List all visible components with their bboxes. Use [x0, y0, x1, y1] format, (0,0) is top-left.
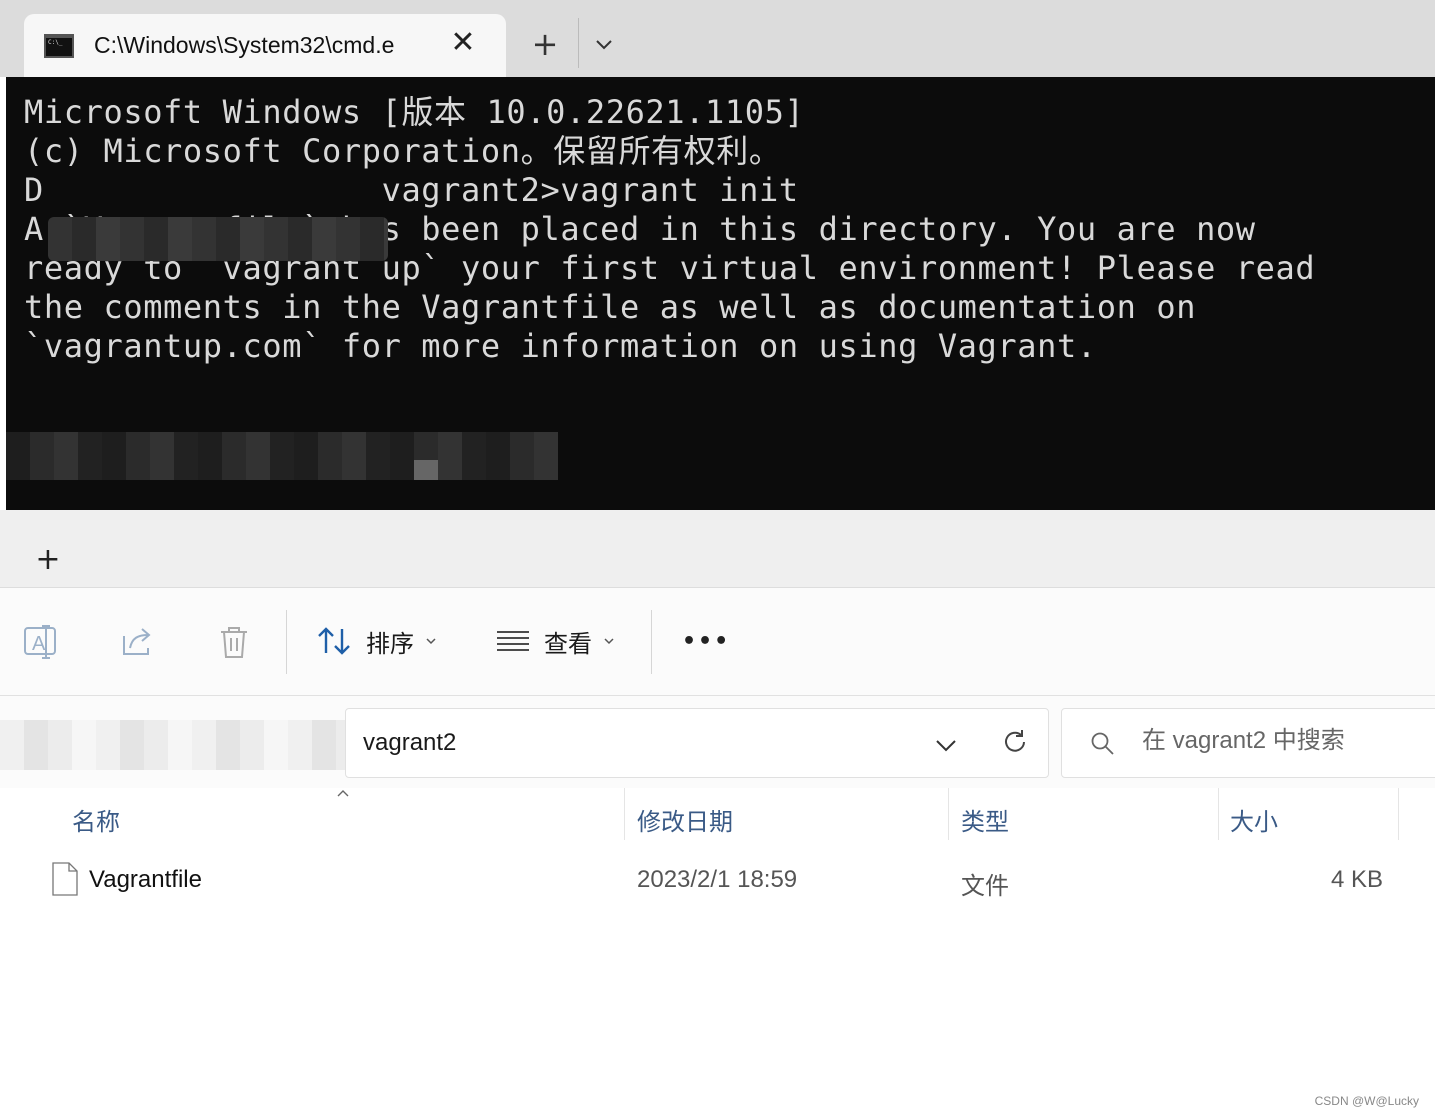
more-icon: ••• — [682, 628, 731, 654]
column-divider[interactable] — [1398, 788, 1399, 840]
file-row[interactable]: Vagrantfile 2023/2/1 18:59 文件 4 KB — [10, 854, 1420, 906]
column-label: 名称 — [72, 808, 120, 836]
column-label: 类型 — [961, 808, 1009, 836]
search-icon — [1091, 732, 1114, 755]
file-name: Vagrantfile — [89, 866, 202, 893]
watermark: CSDN @W@Lucky — [1314, 1094, 1419, 1108]
breadcrumb-current-folder[interactable]: vagrant2 — [363, 729, 456, 757]
explorer-toolbar: A 排序 查看 ••• — [0, 588, 1435, 696]
explorer-tab-bar: + — [0, 510, 1435, 588]
terminal-line: the comments in the Vagrantfile as well … — [24, 288, 1197, 326]
file-icon — [52, 862, 78, 896]
file-list: 名称 修改日期 类型 大小 Vagrantfile 2023/2/1 18:59… — [10, 788, 1435, 1118]
terminal-tab[interactable]: C:\Windows\System32\cmd.e ✕ — [24, 14, 506, 78]
terminal-output[interactable]: Microsoft Windows [版本 10.0.22621.1105] (c… — [6, 77, 1435, 510]
column-label: 大小 — [1230, 808, 1278, 836]
column-header-type[interactable]: 类型 — [949, 788, 1218, 842]
refresh-icon[interactable] — [1000, 727, 1030, 757]
address-row: vagrant2 — [0, 696, 1435, 788]
search-box[interactable] — [1061, 708, 1435, 778]
search-input[interactable] — [1142, 727, 1422, 755]
file-size: 4 KB — [1330, 866, 1383, 893]
toolbar-divider — [286, 610, 287, 674]
new-explorer-tab-button[interactable]: + — [30, 542, 66, 578]
view-label: 查看 — [544, 629, 592, 658]
column-label: 修改日期 — [637, 808, 733, 836]
delete-icon[interactable] — [214, 622, 254, 662]
terminal-line: `vagrantup.com` for more information on … — [24, 327, 1097, 365]
sort-icon — [318, 627, 350, 655]
chevron-down-icon — [604, 638, 614, 645]
toolbar-divider — [651, 610, 652, 674]
column-header-name[interactable]: 名称 — [10, 788, 624, 842]
new-terminal-tab-button[interactable]: + — [527, 26, 563, 62]
file-type: 文件 — [961, 872, 1009, 900]
share-icon[interactable] — [118, 622, 158, 662]
column-header-size[interactable]: 大小 — [1219, 788, 1398, 842]
redacted-breadcrumb — [0, 720, 345, 770]
chevron-down-icon — [426, 638, 436, 645]
terminal-line: Microsoft Windows [版本 10.0.22621.1105] — [24, 93, 805, 131]
view-list-icon — [497, 631, 529, 651]
sort-label: 排序 — [366, 629, 414, 658]
terminal-tab-bar: C:\Windows\System32\cmd.e ✕ + — [0, 0, 1435, 78]
tab-divider — [578, 18, 579, 68]
rename-icon[interactable]: A — [22, 622, 62, 662]
address-bar[interactable]: vagrant2 — [345, 708, 1049, 778]
column-header-modified[interactable]: 修改日期 — [625, 788, 948, 842]
terminal-tab-title: C:\Windows\System32\cmd.e — [94, 32, 395, 58]
chevron-down-icon[interactable] — [586, 26, 622, 62]
more-options-button[interactable]: ••• — [682, 616, 730, 666]
file-modified-date: 2023/2/1 18:59 — [637, 866, 798, 893]
redacted-path — [48, 217, 388, 261]
terminal-line: (c) Microsoft Corporation。保留所有权利。 — [24, 132, 782, 170]
terminal-line: D vagrant2>vagrant init — [24, 171, 799, 209]
address-history-chevron-icon[interactable] — [934, 733, 958, 757]
svg-text:A: A — [32, 633, 46, 655]
close-tab-button[interactable]: ✕ — [448, 28, 478, 58]
redacted-prompt — [6, 432, 558, 480]
view-button[interactable]: 查看 — [496, 616, 616, 666]
cmd-icon — [44, 34, 74, 58]
sort-button[interactable]: 排序 — [316, 616, 438, 666]
